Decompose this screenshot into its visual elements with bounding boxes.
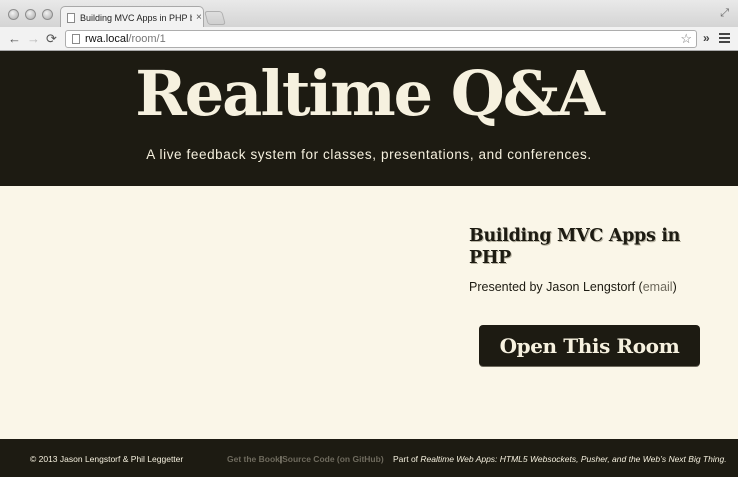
copyright-text: © 2013 Jason Lengstorf & Phil Leggetter: [30, 454, 184, 464]
url-host: rwa.local: [85, 33, 129, 45]
window-titlebar: Building MVC Apps in PHP by × ⤢: [0, 0, 738, 28]
presenter-text: Presented by Jason Lengstorf (: [469, 280, 643, 294]
get-the-book-link[interactable]: Get the Book: [227, 454, 280, 464]
tab-title: Building MVC Apps in PHP by: [80, 12, 192, 23]
close-tab-icon[interactable]: ×: [196, 12, 202, 23]
site-logo[interactable]: Realtime Q&A: [0, 54, 738, 134]
fullscreen-icon[interactable]: ⤢: [720, 7, 729, 20]
book-title: Realtime Web Apps: HTML5 Websockets, Pus…: [420, 454, 727, 464]
presenter-close: ): [672, 280, 677, 294]
room-title: Building MVC Apps in PHP: [469, 226, 681, 268]
site-tagline: A live feedback system for classes, pres…: [146, 147, 592, 162]
minimize-window-button[interactable]: [25, 9, 36, 20]
forward-button[interactable]: →: [27, 31, 40, 46]
address-bar[interactable]: rwa.local/room/1 ☆: [65, 30, 697, 48]
new-tab-button[interactable]: [204, 11, 226, 25]
browser-tab[interactable]: Building MVC Apps in PHP by ×: [60, 6, 204, 28]
presenter-email-link[interactable]: email: [643, 280, 673, 294]
extensions-chevron-icon[interactable]: »: [703, 31, 710, 45]
book-credit: Part of Realtime Web Apps: HTML5 Websock…: [393, 454, 727, 464]
reload-button[interactable]: ⟳: [46, 31, 57, 46]
browser-toolbar: ← → ⟳ rwa.local/room/1 ☆ »: [0, 27, 738, 51]
page-icon: [72, 34, 80, 44]
menu-icon[interactable]: [719, 33, 730, 45]
url-path: /room/1: [128, 33, 166, 45]
presenter-line: Presented by Jason Lengstorf (email): [469, 280, 677, 294]
open-room-button[interactable]: Open This Room: [479, 325, 700, 366]
site-header: Realtime Q&A A live feedback system for …: [0, 51, 738, 186]
back-button[interactable]: ←: [8, 31, 21, 46]
page-viewport: Realtime Q&A A live feedback system for …: [0, 51, 738, 477]
close-window-button[interactable]: [8, 9, 19, 20]
page-icon: [67, 12, 75, 23]
bookmark-star-icon[interactable]: ☆: [680, 31, 692, 47]
footer-links: Get the Book|Source Code (on GitHub): [227, 454, 384, 464]
source-code-link[interactable]: Source Code (on GitHub): [282, 454, 384, 464]
zoom-window-button[interactable]: [42, 9, 53, 20]
book-credit-prefix: Part of: [393, 454, 421, 464]
site-footer: © 2013 Jason Lengstorf & Phil Leggetter …: [0, 439, 738, 477]
